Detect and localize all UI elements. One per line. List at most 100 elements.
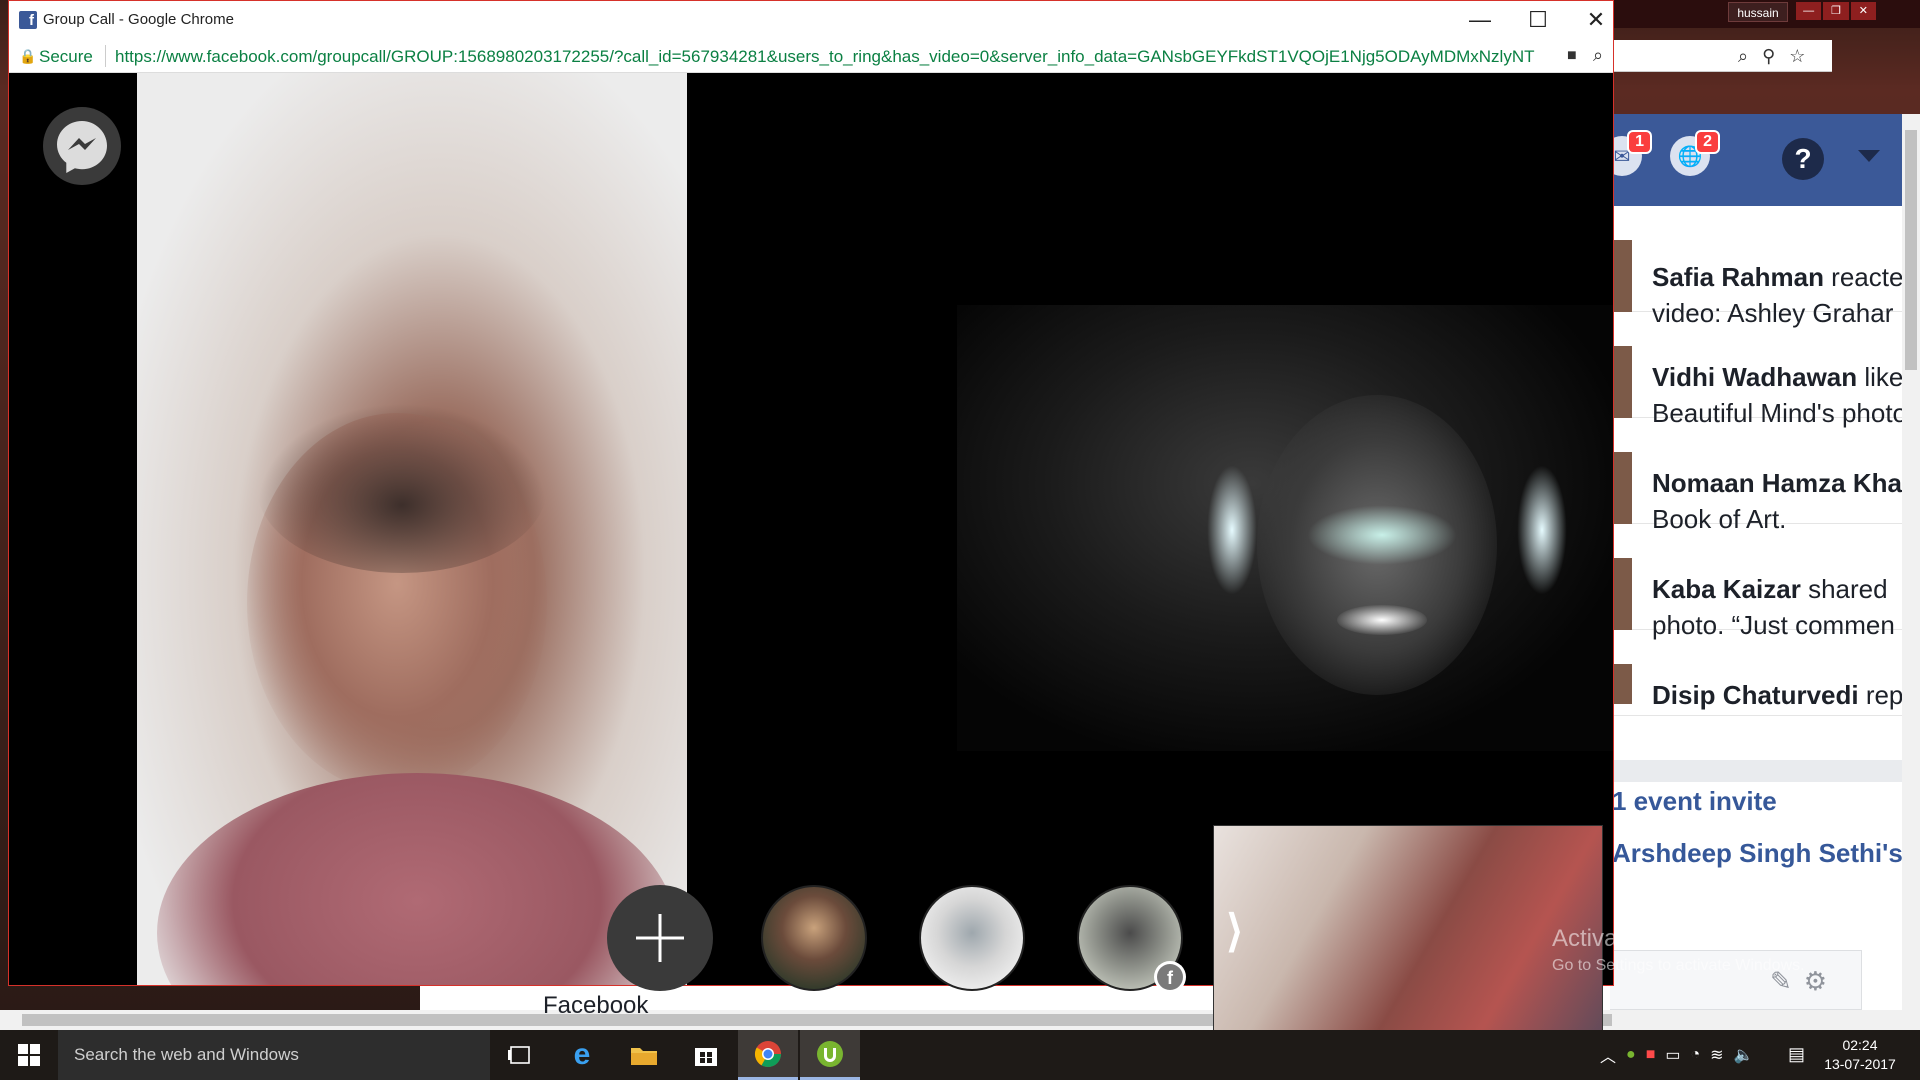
chevron-right-icon[interactable]: ⟩: [1226, 906, 1243, 957]
taskbar: Search the web and Windows e ︿ ● ■ ▭ ◔ ≋…: [0, 1030, 1920, 1080]
add-participant-button[interactable]: [607, 885, 713, 991]
messages-badge: 1: [1627, 130, 1652, 154]
ticker-feed: Safia Rahman reacte video: Ashley Grahar…: [1612, 206, 1902, 1030]
participant-avatar[interactable]: [761, 885, 867, 991]
headphone-left: [1207, 465, 1257, 595]
wifi-icon[interactable]: ≋: [1710, 1045, 1723, 1065]
facebook-favicon-icon: f: [19, 11, 37, 29]
windows-logo-icon: [18, 1044, 40, 1066]
utorrent-tray-icon[interactable]: ●: [1626, 1046, 1636, 1064]
maximize-button[interactable]: ☐: [1509, 1, 1567, 39]
group-call-window: f Group Call - Google Chrome — ☐ ✕ 🔒 Sec…: [8, 0, 1614, 1045]
action-center-icon[interactable]: ▤: [1788, 1044, 1805, 1065]
participant-glasses: [1307, 505, 1457, 565]
background-window-controls: — ❐ ✕: [1796, 2, 1876, 20]
event-invite-link[interactable]: 1 event invite: [1612, 786, 1777, 817]
feed-item[interactable]: Safia Rahman reacte video: Ashley Grahar: [1612, 206, 1902, 328]
self-view-video[interactable]: ⟩: [1213, 825, 1603, 1045]
plus-icon: [636, 914, 684, 962]
address-bar[interactable]: 🔒 Secure https://www.facebook.com/groupc…: [9, 39, 1613, 73]
facebook-badge-letter: f: [1157, 964, 1183, 990]
birthday-link[interactable]: Arshdeep Singh Sethi's: [1612, 838, 1902, 869]
headphone-right: [1517, 465, 1567, 595]
utorrent-icon: [817, 1040, 843, 1067]
close-button[interactable]: ✕: [1567, 1, 1625, 39]
feed-item-heading: Disip Chaturvedi rep: [1652, 680, 1902, 710]
participant-smile: [1337, 605, 1427, 635]
zoom-icon[interactable]: ⌕: [1738, 46, 1748, 67]
system-tray: ︿ ● ■ ▭ ◔ ≋ 🔈: [1600, 1030, 1820, 1080]
utorrent-button[interactable]: [800, 1030, 860, 1080]
help-button[interactable]: ?: [1782, 138, 1824, 180]
clock-date: 13-07-2017: [1824, 1056, 1896, 1072]
camera-icon[interactable]: ■: [1567, 47, 1577, 65]
secure-label: Secure: [39, 47, 93, 66]
chrome-button[interactable]: [738, 1030, 798, 1080]
feed-item[interactable]: Vidhi Wadhawan like Beautiful Mind's pho…: [1612, 312, 1902, 428]
participant-hair: [257, 403, 547, 573]
minimize-button[interactable]: —: [1451, 1, 1509, 39]
window-title: Group Call - Google Chrome: [43, 11, 234, 28]
network-icon[interactable]: ◔: [1690, 1046, 1700, 1064]
feed-thumbnail: [1612, 346, 1632, 418]
feed-thumbnail: [1612, 558, 1632, 630]
background-minimize-button[interactable]: —: [1796, 2, 1822, 20]
feed-item-heading: Safia Rahman reacte: [1652, 262, 1902, 292]
window-titlebar: f Group Call - Google Chrome — ☐ ✕: [9, 1, 1613, 39]
edge-button[interactable]: e: [552, 1030, 612, 1080]
search-placeholder: Search the web and Windows: [74, 1045, 299, 1064]
feed-thumbnail: [1612, 452, 1632, 524]
store-button[interactable]: [676, 1030, 736, 1080]
folder-icon: [631, 1048, 657, 1065]
feed-item[interactable]: Disip Chaturvedi rep: [1612, 630, 1902, 716]
background-close-button[interactable]: ✕: [1850, 2, 1876, 20]
feed-item[interactable]: Kaba Kaizar shared photo. “Just commen: [1612, 524, 1902, 640]
feed-item-heading: Kaba Kaizar shared: [1652, 574, 1888, 604]
participant-avatar[interactable]: [919, 885, 1025, 991]
task-view-button[interactable]: [490, 1030, 550, 1080]
feed-thumbnail: [1612, 664, 1632, 704]
zoom-icon[interactable]: ⌕: [1593, 45, 1603, 66]
gear-icon[interactable]: ⚙: [1804, 966, 1827, 997]
messenger-glyph-icon: [57, 121, 107, 173]
star-icon[interactable]: ☆: [1789, 46, 1805, 67]
start-button[interactable]: [0, 1030, 58, 1080]
system-clock[interactable]: 02:24 13-07-2017: [1820, 1036, 1900, 1074]
antivirus-tray-icon[interactable]: ■: [1646, 1046, 1656, 1064]
background-address-icons: ⌕ ⚲ ☆: [1738, 46, 1805, 67]
volume-icon[interactable]: 🔈: [1734, 1045, 1754, 1065]
file-explorer-button[interactable]: [614, 1030, 674, 1080]
call-area: f ⟩: [9, 73, 1613, 1045]
feed-divider: [1612, 760, 1902, 782]
main-video-feed: [957, 305, 1613, 751]
global-notification[interactable]: 🌐 2: [1670, 130, 1720, 180]
address-separator: [105, 45, 106, 67]
participant-shirt: [157, 773, 677, 985]
call-left-rail: [9, 73, 137, 985]
lock-icon: 🔒: [19, 48, 37, 64]
messenger-icon[interactable]: [43, 107, 121, 185]
profile-chip[interactable]: hussain: [1728, 2, 1788, 22]
pin-icon[interactable]: ⚲: [1762, 46, 1775, 67]
edge-icon: e: [573, 1038, 591, 1071]
global-badge: 2: [1695, 130, 1720, 154]
feed-thumbnail: [1612, 240, 1632, 312]
account-dropdown-icon[interactable]: [1858, 150, 1880, 162]
taskbar-search[interactable]: Search the web and Windows: [58, 1030, 490, 1080]
task-view-icon: [508, 1046, 530, 1064]
compose-icon[interactable]: ✎: [1770, 966, 1792, 997]
feed-item-heading: Nomaan Hamza Kha: [1652, 468, 1902, 498]
chat-footer-icons: ✎ ⚙: [1770, 966, 1827, 997]
underlying-page-text: Facebook: [543, 992, 649, 1019]
url-text[interactable]: https://www.facebook.com/groupcall/GROUP…: [115, 47, 1555, 67]
battery-icon[interactable]: ▭: [1665, 1045, 1680, 1065]
feed-item-heading: Vidhi Wadhawan like: [1652, 362, 1902, 392]
clock-time: 02:24: [1842, 1037, 1878, 1053]
vertical-scrollbar-thumb[interactable]: [1905, 130, 1917, 370]
store-icon: [695, 1048, 717, 1066]
feed-item[interactable]: Nomaan Hamza Kha Book of Art.: [1612, 418, 1902, 534]
facebook-badge-icon: f: [1154, 961, 1186, 993]
background-restore-button[interactable]: ❐: [1823, 2, 1849, 20]
chevron-up-icon[interactable]: ︿: [1600, 1043, 1616, 1067]
chrome-icon: [754, 1040, 782, 1067]
